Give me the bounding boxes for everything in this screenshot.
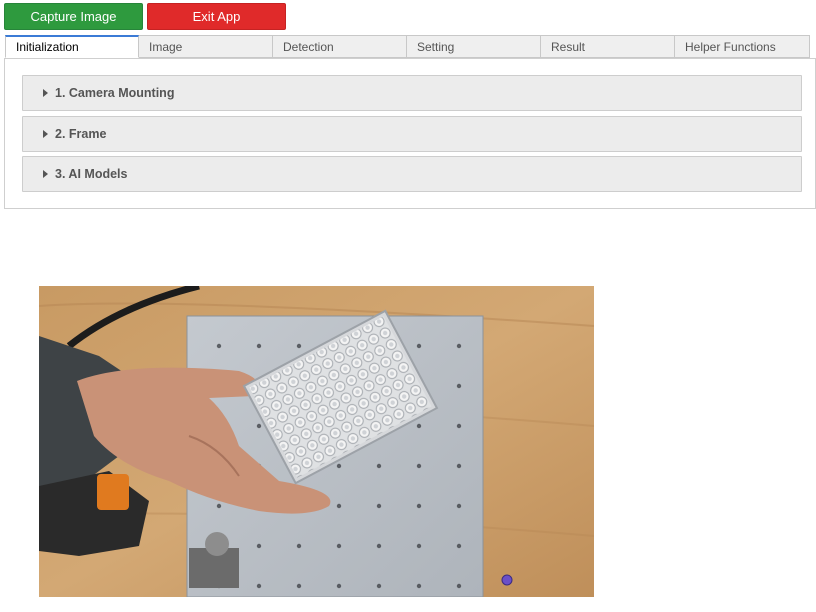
tab-initialization[interactable]: Initialization [5,35,139,58]
accordion-label: 1. Camera Mounting [55,86,175,100]
accordion-label: 3. AI Models [55,167,128,181]
tab-setting[interactable]: Setting [407,35,541,58]
accordion-ai-models[interactable]: 3. AI Models [22,156,802,192]
tab-helper-functions[interactable]: Helper Functions [675,35,810,58]
caret-right-icon [43,130,48,138]
accordion-camera-mounting[interactable]: 1. Camera Mounting [22,75,802,111]
exit-app-button[interactable]: Exit App [147,3,286,30]
tab-image[interactable]: Image [139,35,273,58]
caret-right-icon [43,89,48,97]
accordion-label: 2. Frame [55,127,107,141]
accordion-frame[interactable]: 2. Frame [22,116,802,152]
caret-right-icon [43,170,48,178]
capture-image-button[interactable]: Capture Image [4,3,143,30]
initialization-panel: 1. Camera Mounting 2. Frame 3. AI Models [4,58,816,209]
tab-result[interactable]: Result [541,35,675,58]
camera-preview-image [39,286,594,597]
tab-detection[interactable]: Detection [273,35,407,58]
tab-bar: Initialization Image Detection Setting R… [5,35,810,59]
